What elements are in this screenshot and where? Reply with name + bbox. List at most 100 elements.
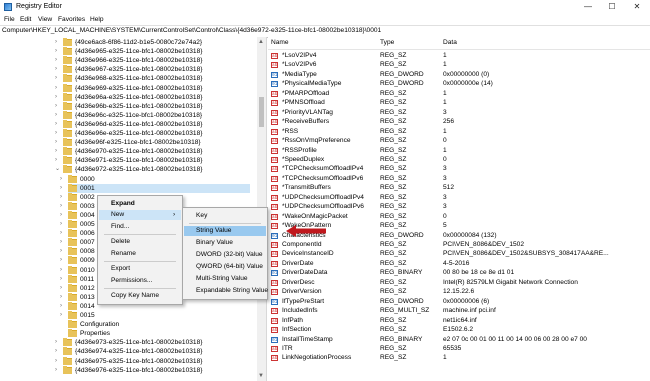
value-row[interactable]: ab *UDPChecksumOffloadIPv4 REG_SZ 3 <box>268 193 650 202</box>
close-button[interactable]: ✕ <box>625 0 649 14</box>
menu-expand[interactable]: Expand <box>99 199 181 209</box>
value-row[interactable]: ab InfSection REG_SZ E1502.6.2 <box>268 325 650 334</box>
expand-right-icon[interactable]: › <box>60 247 66 256</box>
tree-subkey[interactable]: › 0015 <box>60 311 250 320</box>
values-pane[interactable]: Name Type Data ab *LsoV2IPv4 REG_SZ 1 ab *Lso… <box>268 37 650 381</box>
value-row[interactable]: ab *LsoV2IPv4 REG_SZ 1 <box>268 51 650 60</box>
value-row[interactable]: ab DeviceInstanceID REG_SZ PCI\VEN_8086&DEV… <box>268 249 650 258</box>
tree-key[interactable]: › {49ce6ac8-6f86-11d2-b1e5-0080c72e74a2} <box>55 38 250 47</box>
expand-right-icon[interactable]: › <box>60 229 66 238</box>
tree-key[interactable]: › {4d36e975-e325-11ce-bfc1-08002be10318} <box>55 356 250 366</box>
expand-right-icon[interactable]: › <box>55 120 61 129</box>
value-row[interactable]: ab InfPath REG_SZ net1ic64.inf <box>268 316 650 325</box>
tree-subkey[interactable]: › 0001 <box>60 183 250 193</box>
menu-copy-key-name[interactable]: Copy Key Name <box>99 291 181 301</box>
expand-right-icon[interactable]: › <box>55 111 61 120</box>
tree-key[interactable]: › {4d36e96c-e325-11ce-bfc1-08002be10318} <box>55 110 250 120</box>
menu-find[interactable]: Find... <box>99 222 181 232</box>
menu-export[interactable]: Export <box>99 264 181 274</box>
expand-right-icon[interactable]: › <box>60 302 66 311</box>
scroll-up-icon[interactable]: ▲ <box>258 39 264 45</box>
tree-key[interactable]: › {4d36e966-e325-11ce-bfc1-08002be10318} <box>55 56 250 65</box>
tree-key[interactable]: › {4d36e974-e325-11ce-bfc1-08002be10318} <box>55 347 250 356</box>
expand-right-icon[interactable]: › <box>60 293 66 302</box>
value-row[interactable]: ab DriverDate REG_SZ 4-5-2016 <box>268 259 650 268</box>
tree-subkey[interactable]: › 0000 <box>60 174 250 184</box>
menu-rename[interactable]: Rename <box>99 249 181 259</box>
tree-key[interactable]: › {4d36e96a-e325-11ce-bfc1-08002be10318} <box>55 92 250 102</box>
value-row[interactable]: ab *PriorityVLANTag REG_SZ 3 <box>268 108 650 117</box>
scroll-down-icon[interactable]: ▼ <box>258 373 264 379</box>
value-row[interactable]: 01 *MediaType REG_DWORD 0x00000000 (0) <box>268 70 650 79</box>
value-row[interactable]: ab *TransmitBuffers REG_SZ 512 <box>268 183 650 192</box>
menu-new[interactable]: New › <box>99 210 181 220</box>
column-type-header[interactable]: Type <box>380 39 394 46</box>
tree-key[interactable]: › {4d36e976-e325-11ce-bfc1-08002be10318} <box>55 365 250 375</box>
tree-subkey[interactable]: Properties <box>68 329 250 338</box>
expand-right-icon[interactable]: › <box>60 175 66 184</box>
value-row[interactable]: ab *RssOnVmqPreference REG_SZ 0 <box>268 136 650 145</box>
tree-key[interactable]: › {4d36e968-e325-11ce-bfc1-08002be10318} <box>55 74 250 83</box>
tree-key[interactable]: › {4d36e96f-e325-11ce-bfc1-08002be10318} <box>55 138 250 147</box>
expand-right-icon[interactable]: › <box>55 147 61 156</box>
tree-key[interactable]: › {4d36e973-e325-11ce-bfc1-08002be10318} <box>55 338 250 347</box>
expand-right-icon[interactable]: › <box>60 275 66 284</box>
value-row[interactable]: ab DriverDesc REG_SZ Intel(R) 82579LM Gigab… <box>268 278 650 287</box>
expand-right-icon[interactable]: › <box>55 93 61 102</box>
tree-key[interactable]: › {4d36e96d-e325-11ce-bfc1-08002be10318} <box>55 119 250 129</box>
expand-right-icon[interactable]: › <box>60 238 66 247</box>
value-row[interactable]: 01 *PhysicalMediaType REG_DWORD 0x0000000e … <box>268 79 650 88</box>
value-row[interactable]: 01 DriverDateData REG_BINARY 00 80 be 18 ce… <box>268 268 650 277</box>
expand-right-icon[interactable]: › <box>55 347 61 356</box>
value-row[interactable]: ab LinkNegotiationProcess REG_SZ 1 <box>268 353 650 362</box>
expand-right-icon[interactable]: › <box>55 102 61 111</box>
expand-right-icon[interactable]: › <box>55 357 61 366</box>
new-multi-string-value[interactable]: Multi-String Value <box>184 274 266 284</box>
tree-key[interactable]: › {4d36e96e-e325-11ce-bfc1-08002be10318} <box>55 129 250 138</box>
new-key[interactable]: Key <box>184 211 266 221</box>
minimize-button[interactable]: — <box>576 0 600 14</box>
value-row[interactable]: ab ITR REG_SZ 65535 <box>268 344 650 353</box>
expand-right-icon[interactable]: › <box>55 156 61 165</box>
value-row[interactable]: ab ComponentId REG_SZ PCI\VEN_8086&DEV_1502 <box>268 240 650 249</box>
expand-down-icon[interactable]: ⌄ <box>55 165 61 174</box>
value-row[interactable]: ab *RSS REG_SZ 1 <box>268 127 650 136</box>
expand-right-icon[interactable]: › <box>55 74 61 83</box>
expand-right-icon[interactable]: › <box>60 284 66 293</box>
expand-right-icon[interactable]: › <box>55 138 61 147</box>
value-row[interactable]: ab *SpeedDuplex REG_SZ 0 <box>268 155 650 164</box>
new-dword-value[interactable]: DWORD (32-bit) Value <box>184 250 266 260</box>
expand-right-icon[interactable]: › <box>55 84 61 93</box>
menu-favorites[interactable]: Favorites <box>58 16 85 23</box>
new-expandable-string-value[interactable]: Expandable String Value <box>184 286 268 296</box>
expand-right-icon[interactable]: › <box>55 47 61 56</box>
expand-right-icon[interactable]: › <box>55 129 61 138</box>
expand-right-icon[interactable]: › <box>55 366 61 375</box>
tree-key[interactable]: › {4d36e970-e325-11ce-bfc1-08002be10318} <box>55 147 250 156</box>
tree-subkey[interactable]: Configuration <box>68 320 250 329</box>
menu-edit[interactable]: Edit <box>20 16 31 23</box>
value-row[interactable]: ab *RSSProfile REG_SZ 1 <box>268 146 650 155</box>
column-name-header[interactable]: Name <box>271 39 289 46</box>
value-row[interactable]: ab *TCPChecksumOffloadIPv6 REG_SZ 3 <box>268 174 650 183</box>
expand-right-icon[interactable]: › <box>55 65 61 74</box>
new-qword-value[interactable]: QWORD (64-bit) Value <box>184 262 266 272</box>
tree-key[interactable]: › {4d36e967-e325-11ce-bfc1-08002be10318} <box>55 65 250 74</box>
tree-key[interactable]: › {4d36e965-e325-11ce-bfc1-08002be10318} <box>55 47 250 56</box>
value-row[interactable]: 01 InstallTimeStamp REG_BINARY e2 07 0c 00 … <box>268 335 650 344</box>
value-row[interactable]: ab *LsoV2IPv6 REG_SZ 1 <box>268 60 650 69</box>
tree-key[interactable]: › {4d36e96b-e325-11ce-bfc1-08002be10318} <box>55 101 250 111</box>
menu-view[interactable]: View <box>38 16 52 23</box>
value-row[interactable]: ab *PMNSOffload REG_SZ 1 <box>268 98 650 107</box>
expand-right-icon[interactable]: › <box>55 56 61 65</box>
tree-key[interactable]: › {4d36e971-e325-11ce-bfc1-08002be10318} <box>55 156 250 165</box>
menu-delete[interactable]: Delete <box>99 237 181 247</box>
scroll-thumb[interactable] <box>259 97 264 127</box>
value-row[interactable]: ab DriverVersion REG_SZ 12.15.22.6 <box>268 287 650 296</box>
new-string-value[interactable]: String Value <box>184 226 266 236</box>
value-row[interactable]: ab *WakeOnMagicPacket REG_SZ 0 <box>268 212 650 221</box>
value-row[interactable]: 01 IfTypePreStart REG_DWORD 0x00000006 (6) <box>268 297 650 306</box>
new-binary-value[interactable]: Binary Value <box>184 238 266 248</box>
value-row[interactable]: ab *UDPChecksumOffloadIPv6 REG_SZ 3 <box>268 202 650 211</box>
expand-right-icon[interactable]: › <box>60 311 66 320</box>
